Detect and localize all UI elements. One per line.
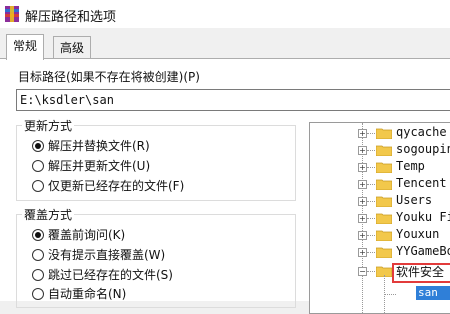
- tree-node-label: Users: [396, 193, 433, 207]
- radio-label: 仅更新已经存在的文件(F): [48, 179, 185, 193]
- radio-indicator[interactable]: [32, 159, 44, 172]
- radio-indicator[interactable]: [32, 139, 44, 152]
- folder-icon: [376, 196, 392, 207]
- collapse-icon[interactable]: −: [358, 267, 367, 276]
- radio-ask-before-overwrite[interactable]: 覆盖前询问(K): [32, 226, 125, 243]
- target-path-input[interactable]: E:\ksdler\san: [16, 89, 450, 111]
- radio-label: 跳过已经存在的文件(S): [48, 268, 173, 282]
- radio-label: 没有提示直接覆盖(W): [48, 248, 166, 262]
- expand-icon[interactable]: +: [358, 180, 367, 189]
- tab-advanced[interactable]: 高级: [53, 36, 92, 59]
- radio-indicator[interactable]: [32, 287, 44, 300]
- radio-indicator[interactable]: [32, 268, 44, 281]
- tree-guide-line: [384, 294, 396, 295]
- radio-label: 解压并更新文件(U): [48, 159, 151, 173]
- tree-node-label: Youku Fi: [396, 210, 450, 224]
- folder-icon: [376, 247, 392, 258]
- winrar-icon: [5, 6, 19, 22]
- overwrite-mode-title: 覆盖方式: [22, 206, 75, 223]
- highlight-annotation: [392, 263, 450, 283]
- expand-icon[interactable]: +: [358, 231, 367, 240]
- tree-node-label: YYGameBo: [396, 244, 450, 258]
- radio-label: 解压并替换文件(R): [48, 139, 150, 153]
- target-path-label: 目标路径(如果不存在将被创建)(P): [18, 70, 200, 84]
- radio-label: 自动重命名(N): [48, 287, 127, 301]
- tab-strip: 常规 高级: [0, 34, 450, 60]
- tree-node-label: Youxun: [396, 227, 440, 241]
- tree-node-selected[interactable]: san: [416, 286, 450, 300]
- radio-indicator[interactable]: [32, 179, 44, 192]
- expand-icon[interactable]: +: [358, 146, 367, 155]
- radio-extract-update[interactable]: 解压并更新文件(U): [32, 157, 150, 174]
- radio-skip-existing[interactable]: 跳过已经存在的文件(S): [32, 266, 173, 283]
- expand-icon[interactable]: +: [358, 248, 367, 257]
- folder-icon: [376, 128, 392, 139]
- radio-extract-replace[interactable]: 解压并替换文件(R): [32, 137, 150, 154]
- expand-icon[interactable]: +: [358, 163, 367, 172]
- tree-node-label: qycache: [396, 125, 447, 139]
- radio-indicator[interactable]: [32, 228, 44, 241]
- expand-icon[interactable]: +: [358, 129, 367, 138]
- folder-icon: [376, 230, 392, 241]
- tree-node-label: sogoupin: [396, 142, 450, 156]
- update-mode-title: 更新方式: [22, 117, 75, 134]
- window-title: 解压路径和选项: [25, 10, 117, 25]
- radio-update-existing[interactable]: 仅更新已经存在的文件(F): [32, 177, 184, 194]
- tree-node-label: Tencent: [396, 176, 447, 190]
- radio-label: 覆盖前询问(K): [48, 228, 126, 242]
- title-bar: 解压路径和选项: [0, 0, 450, 28]
- folder-icon: [376, 162, 392, 173]
- expand-icon[interactable]: +: [358, 197, 367, 206]
- tree-node-label: Temp: [396, 159, 425, 173]
- expand-icon[interactable]: +: [358, 214, 367, 223]
- radio-overwrite-without-prompt[interactable]: 没有提示直接覆盖(W): [32, 246, 165, 263]
- folder-icon: [376, 213, 392, 224]
- folder-icon: [376, 179, 392, 190]
- radio-indicator[interactable]: [32, 248, 44, 261]
- tab-general[interactable]: 常规: [6, 34, 45, 60]
- radio-auto-rename[interactable]: 自动重命名(N): [32, 285, 126, 302]
- folder-icon: [376, 145, 392, 156]
